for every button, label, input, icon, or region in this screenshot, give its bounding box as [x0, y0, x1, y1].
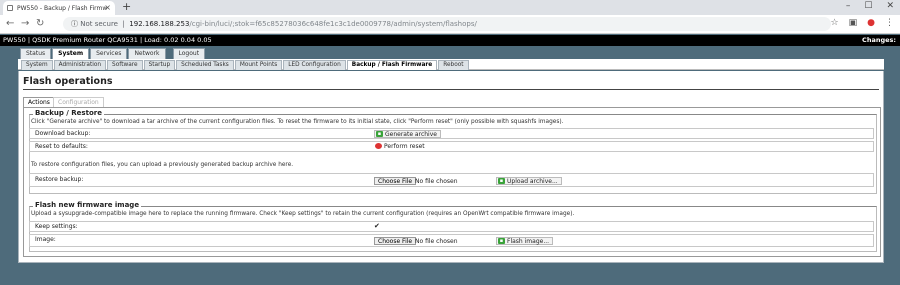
tab-status[interactable]: Status: [20, 48, 52, 59]
subtab-administration[interactable]: Administration: [53, 60, 107, 70]
download-backup-label: Download backup:: [35, 130, 91, 137]
url-path: /cgi-bin/luci/;stok=f65c85278036c648fe1c…: [189, 20, 477, 28]
upload-archive-button[interactable]: ▪ Upload archive...: [496, 177, 562, 185]
not-secure-label: Not secure: [80, 20, 118, 28]
restore-description: To restore configuration files, you can …: [31, 162, 294, 168]
url-host: 192.168.188.253: [129, 20, 190, 28]
image-file-status: No file chosen: [415, 238, 458, 245]
tab-configuration[interactable]: Configuration: [53, 97, 104, 107]
actions-panel: Backup / Restore Click "Generate archive…: [23, 107, 881, 257]
forward-arrow-icon[interactable]: →: [21, 18, 29, 29]
page-title: Flash operations: [23, 76, 113, 87]
close-window-icon[interactable]: ✕: [886, 1, 894, 11]
flash-icon: ▪: [498, 238, 505, 244]
browser-tab[interactable]: PW550 - Backup / Flash Firmw ×: [3, 1, 115, 15]
flash-firmware-legend: Flash new firmware image: [33, 201, 142, 209]
close-tab-icon[interactable]: ×: [104, 3, 111, 12]
minimize-icon[interactable]: –: [846, 1, 851, 11]
reload-icon[interactable]: ↻: [36, 18, 44, 29]
upload-icon: ▪: [498, 178, 505, 184]
page-favicon-icon: [7, 5, 13, 11]
reset-defaults-label: Reset to defaults:: [35, 143, 88, 150]
image-row: Image: Choose File No file chosen ▪ Flas…: [29, 234, 874, 247]
flash-image-label: Flash image...: [507, 238, 550, 245]
image-label: Image:: [35, 236, 56, 243]
subtab-system[interactable]: System: [21, 60, 53, 70]
subtab-backup-flash-firmware[interactable]: Backup / Flash Firmware: [346, 60, 438, 70]
extension-icon[interactable]: ▣: [849, 18, 858, 28]
keep-settings-checkbox[interactable]: ✔: [374, 222, 380, 230]
upload-archive-label: Upload archive...: [507, 178, 558, 185]
subtab-startup[interactable]: Startup: [143, 60, 176, 70]
image-choose-file-button[interactable]: Choose File: [374, 237, 417, 245]
tab-logout[interactable]: Logout: [172, 48, 206, 59]
archive-icon: ▪: [376, 131, 383, 137]
router-header: PW550 | QSDK Premium Router QCA9531 | Lo…: [0, 35, 900, 46]
browser-tab-strip: PW550 - Backup / Flash Firmw × + – ☐ ✕: [0, 0, 900, 15]
changes-link[interactable]: Changes:: [862, 35, 896, 46]
perform-reset-button[interactable]: Perform reset: [374, 143, 428, 151]
flash-image-button[interactable]: ▪ Flash image...: [496, 237, 554, 245]
generate-archive-button[interactable]: ▪ Generate archive: [374, 130, 441, 138]
back-arrow-icon[interactable]: ←: [6, 18, 14, 29]
backup-description: Click "Generate archive" to download a t…: [31, 119, 564, 125]
new-tab-button[interactable]: +: [122, 0, 131, 13]
bookmark-star-icon[interactable]: ☆: [831, 18, 839, 28]
menu-dots-icon[interactable]: ⋮: [885, 18, 894, 28]
subtab-led-configuration[interactable]: LED Configuration: [283, 60, 346, 70]
generate-archive-label: Generate archive: [385, 131, 437, 138]
shield-extension-icon[interactable]: ●: [867, 18, 875, 28]
tab-network[interactable]: Network: [128, 48, 166, 59]
subtab-reboot[interactable]: Reboot: [438, 60, 469, 70]
perform-reset-label: Perform reset: [384, 143, 425, 150]
download-backup-row: Download backup: ▪ Generate archive: [29, 128, 874, 139]
main-menu: Status System Services Network Logout: [0, 46, 900, 59]
info-icon[interactable]: ⓘ: [71, 20, 78, 28]
backup-restore-legend: Backup / Restore: [33, 109, 104, 117]
tab-actions[interactable]: Actions: [23, 97, 55, 107]
reset-icon: [375, 143, 382, 149]
restore-file-status: No file chosen: [415, 178, 458, 185]
restore-choose-file-button[interactable]: Choose File: [374, 177, 417, 185]
address-bar: ← → ↻ ⓘ Not secure | 192.168.188.253/cgi…: [0, 15, 900, 34]
browser-toolbar-icons: ☆ ▣ ● ⋮: [831, 18, 894, 28]
subtab-mount-points[interactable]: Mount Points: [234, 60, 283, 70]
tab-services[interactable]: Services: [90, 48, 128, 59]
subtab-software[interactable]: Software: [107, 60, 143, 70]
tab-system[interactable]: System: [52, 48, 90, 59]
router-info-text: PW550 | QSDK Premium Router QCA9531 | Lo…: [3, 36, 212, 44]
keep-settings-label: Keep settings:: [35, 223, 78, 230]
browser-tab-title: PW550 - Backup / Flash Firmw: [17, 5, 108, 12]
url-input[interactable]: ⓘ Not secure | 192.168.188.253/cgi-bin/l…: [63, 17, 831, 31]
content-area: Flash operations Actions Configuration B…: [18, 71, 884, 263]
window-controls: – ☐ ✕: [846, 1, 894, 11]
reset-defaults-row: Reset to defaults: Perform reset: [29, 141, 874, 152]
system-submenu: System Administration Software Startup Sched…: [18, 59, 884, 70]
title-divider: [23, 89, 879, 90]
subtab-scheduled-tasks[interactable]: Scheduled Tasks: [176, 60, 234, 70]
maximize-icon[interactable]: ☐: [864, 1, 872, 11]
restore-backup-label: Restore backup:: [35, 176, 84, 183]
flash-description: Upload a sysupgrade-compatible image her…: [31, 211, 575, 217]
restore-backup-row: Restore backup: Choose File No file chos…: [29, 173, 874, 187]
keep-settings-row: Keep settings: ✔: [29, 221, 874, 232]
